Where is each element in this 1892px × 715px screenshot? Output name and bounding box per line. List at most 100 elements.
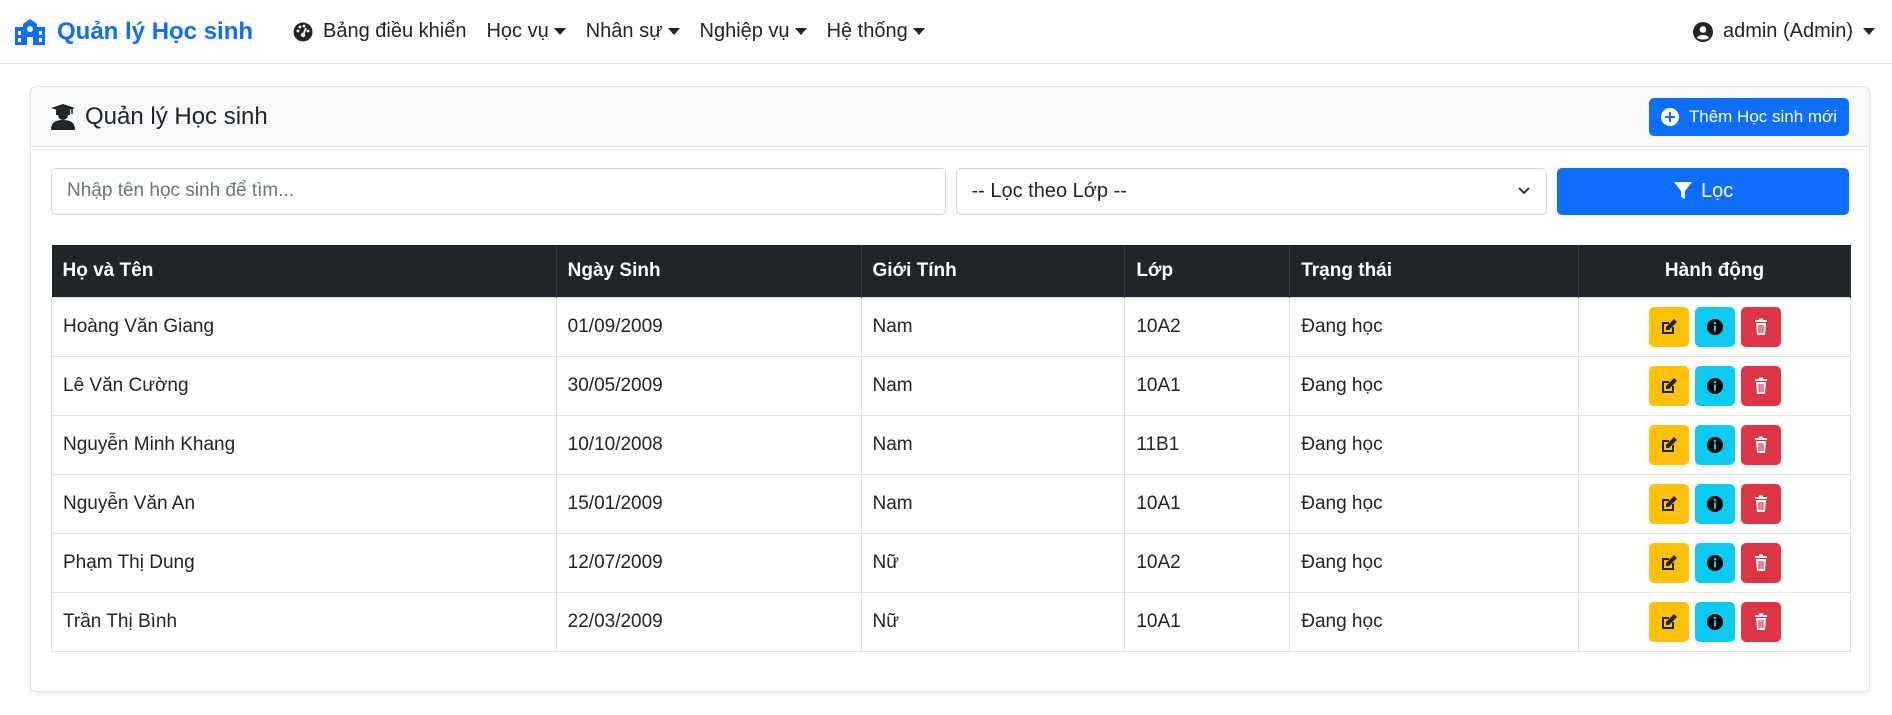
trash-icon — [1754, 613, 1767, 630]
table-header-row: Họ và Tên Ngày Sinh Giới Tính Lớp Trạng … — [51, 245, 1851, 297]
trash-icon — [1754, 318, 1767, 335]
cell-class: 10A1 — [1124, 355, 1291, 416]
info-button[interactable] — [1694, 542, 1735, 583]
edit-button[interactable] — [1648, 483, 1689, 524]
funnel-icon — [1673, 182, 1692, 199]
brand-title: Quản lý Học sinh — [57, 17, 254, 45]
delete-button[interactable] — [1740, 601, 1781, 642]
table-row: Trần Thị Bình 22/03/2009 Nữ 10A1 Đang họ… — [51, 591, 1851, 652]
student-search-input[interactable] — [51, 167, 946, 215]
nav-item-system[interactable]: Hệ thống — [817, 20, 935, 43]
info-button[interactable] — [1694, 306, 1735, 347]
edit-icon — [1661, 436, 1677, 452]
cell-gender: Nữ — [860, 532, 1126, 593]
user-name: admin (Admin) — [1722, 20, 1853, 42]
table-row: Phạm Thị Dung 12/07/2009 Nữ 10A2 Đang họ… — [51, 532, 1851, 593]
column-header: Lớp — [1124, 245, 1291, 297]
cell-gender: Nữ — [860, 591, 1126, 652]
cell-class: 11B1 — [1124, 414, 1291, 475]
brand[interactable]: Quản lý Học sinh — [15, 18, 253, 46]
nav-item-operations[interactable]: Nghiệp vụ — [690, 20, 817, 43]
nav-item-academic[interactable]: Học vụ — [476, 20, 575, 43]
cell-status: Đang học — [1289, 591, 1580, 652]
info-button[interactable] — [1694, 483, 1735, 524]
edit-button[interactable] — [1648, 365, 1689, 406]
column-header: Ngày Sinh — [556, 245, 862, 297]
nav-item-staff[interactable]: Nhân sự — [576, 20, 690, 43]
table-row: Lê Văn Cường 30/05/2009 Nam 10A1 Đang họ… — [51, 355, 1851, 416]
info-icon — [1706, 318, 1723, 335]
cell-status: Đang học — [1289, 355, 1580, 416]
cell-class: 10A1 — [1124, 591, 1291, 652]
nav-menu: Bảng điều khiển Học vụ Nhân sự Nghiệp vụ… — [283, 20, 1693, 43]
class-filter-select[interactable]: -- Lọc theo Lớp -- — [955, 167, 1548, 215]
info-button[interactable] — [1694, 424, 1735, 465]
trash-icon — [1754, 436, 1767, 453]
cell-name: Nguyễn Văn An — [51, 473, 557, 534]
table-row: Nguyễn Minh Khang 10/10/2008 Nam 11B1 Đa… — [51, 414, 1851, 475]
graduate-icon — [51, 103, 75, 130]
caret-down-icon — [794, 28, 807, 35]
trash-icon — [1754, 495, 1767, 512]
filter-button-label: Lọc — [1700, 179, 1734, 202]
info-button[interactable] — [1694, 601, 1735, 642]
edit-button[interactable] — [1648, 306, 1689, 347]
delete-button[interactable] — [1740, 542, 1781, 583]
card-header: Quản lý Học sinh Thêm Học sinh mới — [31, 87, 1869, 147]
edit-icon — [1661, 495, 1677, 511]
cell-status: Đang học — [1289, 414, 1580, 475]
cell-actions — [1578, 473, 1851, 534]
cell-class: 10A2 — [1124, 532, 1291, 593]
cell-status: Đang học — [1289, 296, 1580, 357]
delete-button[interactable] — [1740, 424, 1781, 465]
students-table: Họ và Tên Ngày Sinh Giới Tính Lớp Trạng … — [51, 245, 1851, 652]
cell-actions — [1578, 296, 1851, 357]
info-icon — [1706, 377, 1723, 394]
card-body: -- Lọc theo Lớp -- Lọc Họ và Tên N — [31, 147, 1869, 652]
table-row: Hoàng Văn Giang 01/09/2009 Nam 10A2 Đang… — [51, 296, 1851, 357]
nav-item-label: Hệ thống — [826, 20, 908, 42]
nav-item-dashboard[interactable]: Bảng điều khiển — [283, 20, 476, 43]
column-header: Giới Tính — [861, 245, 1126, 297]
plus-circle-icon — [1660, 107, 1679, 126]
delete-button[interactable] — [1740, 306, 1781, 347]
cell-name: Lê Văn Cường — [51, 355, 557, 416]
cell-name: Phạm Thị Dung — [51, 532, 557, 593]
students-card: Quản lý Học sinh Thêm Học sinh mới -- Lọ… — [30, 86, 1870, 692]
add-student-button[interactable]: Thêm Học sinh mới — [1648, 97, 1849, 136]
gauge-icon — [293, 22, 313, 41]
page-title: Quản lý Học sinh — [85, 102, 268, 130]
cell-actions — [1578, 414, 1851, 475]
top-navbar: Quản lý Học sinh Bảng điều khiển Học vụ … — [0, 0, 1892, 64]
cell-actions — [1578, 355, 1851, 416]
nav-item-label: Bảng điều khiển — [323, 20, 467, 42]
class-filter-value: -- Lọc theo Lớp -- — [971, 179, 1127, 202]
cell-status: Đang học — [1289, 532, 1580, 593]
edit-button[interactable] — [1648, 424, 1689, 465]
cell-name: Nguyễn Minh Khang — [51, 414, 557, 475]
cell-dob: 22/03/2009 — [555, 591, 862, 652]
cell-actions — [1578, 591, 1851, 652]
column-header: Họ và Tên — [51, 245, 557, 297]
table-row: Nguyễn Văn An 15/01/2009 Nam 10A1 Đang h… — [51, 473, 1851, 534]
filter-button[interactable]: Lọc — [1557, 167, 1849, 215]
caret-down-icon — [553, 28, 566, 35]
column-header: Trạng thái — [1289, 245, 1580, 297]
info-button[interactable] — [1694, 365, 1735, 406]
cell-dob: 01/09/2009 — [555, 296, 862, 357]
card-title: Quản lý Học sinh — [51, 103, 268, 131]
trash-icon — [1754, 554, 1767, 571]
user-menu[interactable]: admin (Admin) — [1692, 20, 1877, 43]
cell-gender: Nam — [860, 296, 1126, 357]
delete-button[interactable] — [1740, 483, 1781, 524]
cell-dob: 10/10/2008 — [555, 414, 862, 475]
edit-button[interactable] — [1648, 542, 1689, 583]
nav-item-label: Học vụ — [486, 20, 549, 42]
delete-button[interactable] — [1740, 365, 1781, 406]
trash-icon — [1754, 377, 1767, 394]
edit-button[interactable] — [1648, 601, 1689, 642]
add-student-label: Thêm Học sinh mới — [1688, 106, 1837, 126]
filter-bar: -- Lọc theo Lớp -- Lọc — [51, 167, 1849, 215]
chevron-down-icon — [1518, 187, 1530, 195]
cell-gender: Nam — [860, 414, 1126, 475]
